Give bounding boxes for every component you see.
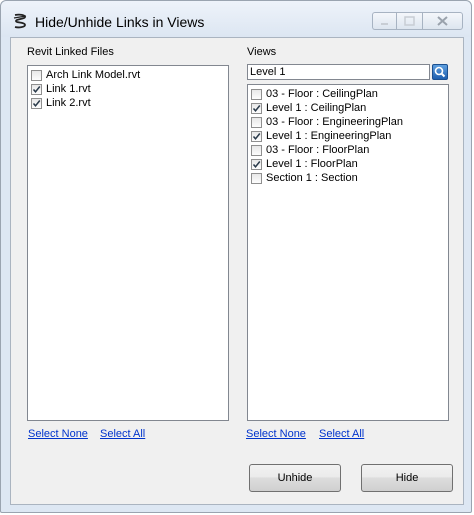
files-select-all-link[interactable]: Select All [100, 428, 145, 440]
checkbox[interactable] [251, 144, 262, 156]
checkmark-icon [252, 160, 261, 168]
views-list[interactable]: 03 - Floor : CeilingPlan Level 1 : Ceili… [247, 84, 449, 421]
checkbox[interactable] [251, 158, 262, 170]
list-item[interactable]: Level 1 : EngineeringPlan [251, 129, 391, 143]
checkmark-icon [252, 104, 261, 112]
list-item[interactable]: Arch Link Model.rvt [31, 68, 140, 82]
list-item-label: 03 - Floor : EngineeringPlan [266, 116, 403, 128]
checkmark-icon [252, 132, 261, 140]
minimize-icon [381, 23, 388, 25]
checkbox[interactable] [251, 172, 262, 184]
list-item-label: Link 1.rvt [46, 83, 91, 95]
minimize-button[interactable] [372, 12, 396, 30]
list-item-label: Level 1 : CeilingPlan [266, 102, 367, 114]
checkbox[interactable] [251, 102, 262, 114]
close-button[interactable] [422, 12, 463, 30]
search-button[interactable] [432, 64, 448, 80]
checkbox[interactable] [251, 130, 262, 142]
list-item[interactable]: Section 1 : Section [251, 171, 358, 185]
checkmark-icon [32, 85, 41, 93]
list-item[interactable]: 03 - Floor : EngineeringPlan [251, 115, 403, 129]
linked-files-list[interactable]: Arch Link Model.rvt Link 1.rvt Link 2.rv… [27, 65, 229, 421]
unhide-button[interactable]: Unhide [249, 464, 341, 492]
list-item[interactable]: Level 1 : CeilingPlan [251, 101, 366, 115]
close-icon [437, 16, 448, 26]
list-item[interactable]: Level 1 : FloorPlan [251, 157, 358, 171]
checkbox[interactable] [31, 97, 42, 109]
list-item[interactable]: 03 - Floor : CeilingPlan [251, 87, 378, 101]
list-item[interactable]: Link 2.rvt [31, 96, 91, 110]
maximize-icon [404, 16, 415, 26]
window-title: Hide/Unhide Links in Views [35, 14, 205, 30]
files-select-none-link[interactable]: Select None [28, 428, 88, 440]
list-item-label: Arch Link Model.rvt [46, 69, 141, 81]
views-select-none-link[interactable]: Select None [246, 428, 306, 440]
list-item[interactable]: 03 - Floor : FloorPlan [251, 143, 369, 157]
checkmark-icon [32, 99, 41, 107]
list-item-label: 03 - Floor : CeilingPlan [266, 88, 378, 100]
list-item-label: Level 1 : FloorPlan [266, 158, 358, 170]
dialog-window: Hide/Unhide Links in Views Revit Linked … [0, 0, 472, 513]
checkbox[interactable] [251, 88, 262, 100]
list-item[interactable]: Link 1.rvt [31, 82, 91, 96]
checkbox[interactable] [251, 116, 262, 128]
checkbox[interactable] [31, 83, 42, 95]
search-icon [434, 66, 446, 78]
list-item-label: Level 1 : EngineeringPlan [266, 130, 392, 142]
linked-files-label: Revit Linked Files [27, 46, 114, 58]
hide-button[interactable]: Hide [361, 464, 453, 492]
maximize-button[interactable] [396, 12, 422, 30]
revit-app-icon [13, 13, 27, 29]
views-filter-input[interactable] [247, 64, 430, 80]
list-item-label: Link 2.rvt [46, 97, 91, 109]
list-item-label: Section 1 : Section [266, 172, 358, 184]
title-bar[interactable]: Hide/Unhide Links in Views [1, 1, 471, 37]
views-select-all-link[interactable]: Select All [319, 428, 364, 440]
dialog-content: Revit Linked Files Arch Link Model.rvt L… [10, 37, 464, 505]
list-item-label: 03 - Floor : FloorPlan [266, 144, 370, 156]
checkbox[interactable] [31, 69, 42, 81]
views-label: Views [247, 46, 277, 58]
